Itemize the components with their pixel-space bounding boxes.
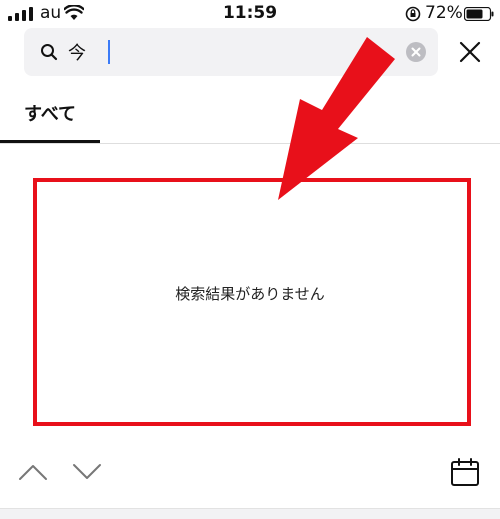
chevron-down-icon[interactable] xyxy=(72,462,102,482)
empty-results-message: 検索結果がありません xyxy=(175,285,325,303)
close-icon[interactable] xyxy=(458,40,482,64)
chevron-up-icon[interactable] xyxy=(18,462,48,482)
tabs-divider xyxy=(0,143,500,144)
battery-icon xyxy=(464,7,494,21)
red-arrow xyxy=(278,37,395,200)
orientation-lock-icon xyxy=(405,6,421,22)
text-caret xyxy=(108,40,110,64)
tab-all[interactable]: すべて xyxy=(0,96,100,144)
bottom-bar xyxy=(0,508,500,519)
clear-icon[interactable] xyxy=(406,42,426,62)
battery-percent: 72% xyxy=(425,3,463,23)
search-icon xyxy=(41,44,58,61)
calendar-icon[interactable] xyxy=(450,457,480,487)
tab-label: すべて xyxy=(24,104,77,125)
status-bar: au 11:59 72% xyxy=(0,0,500,30)
